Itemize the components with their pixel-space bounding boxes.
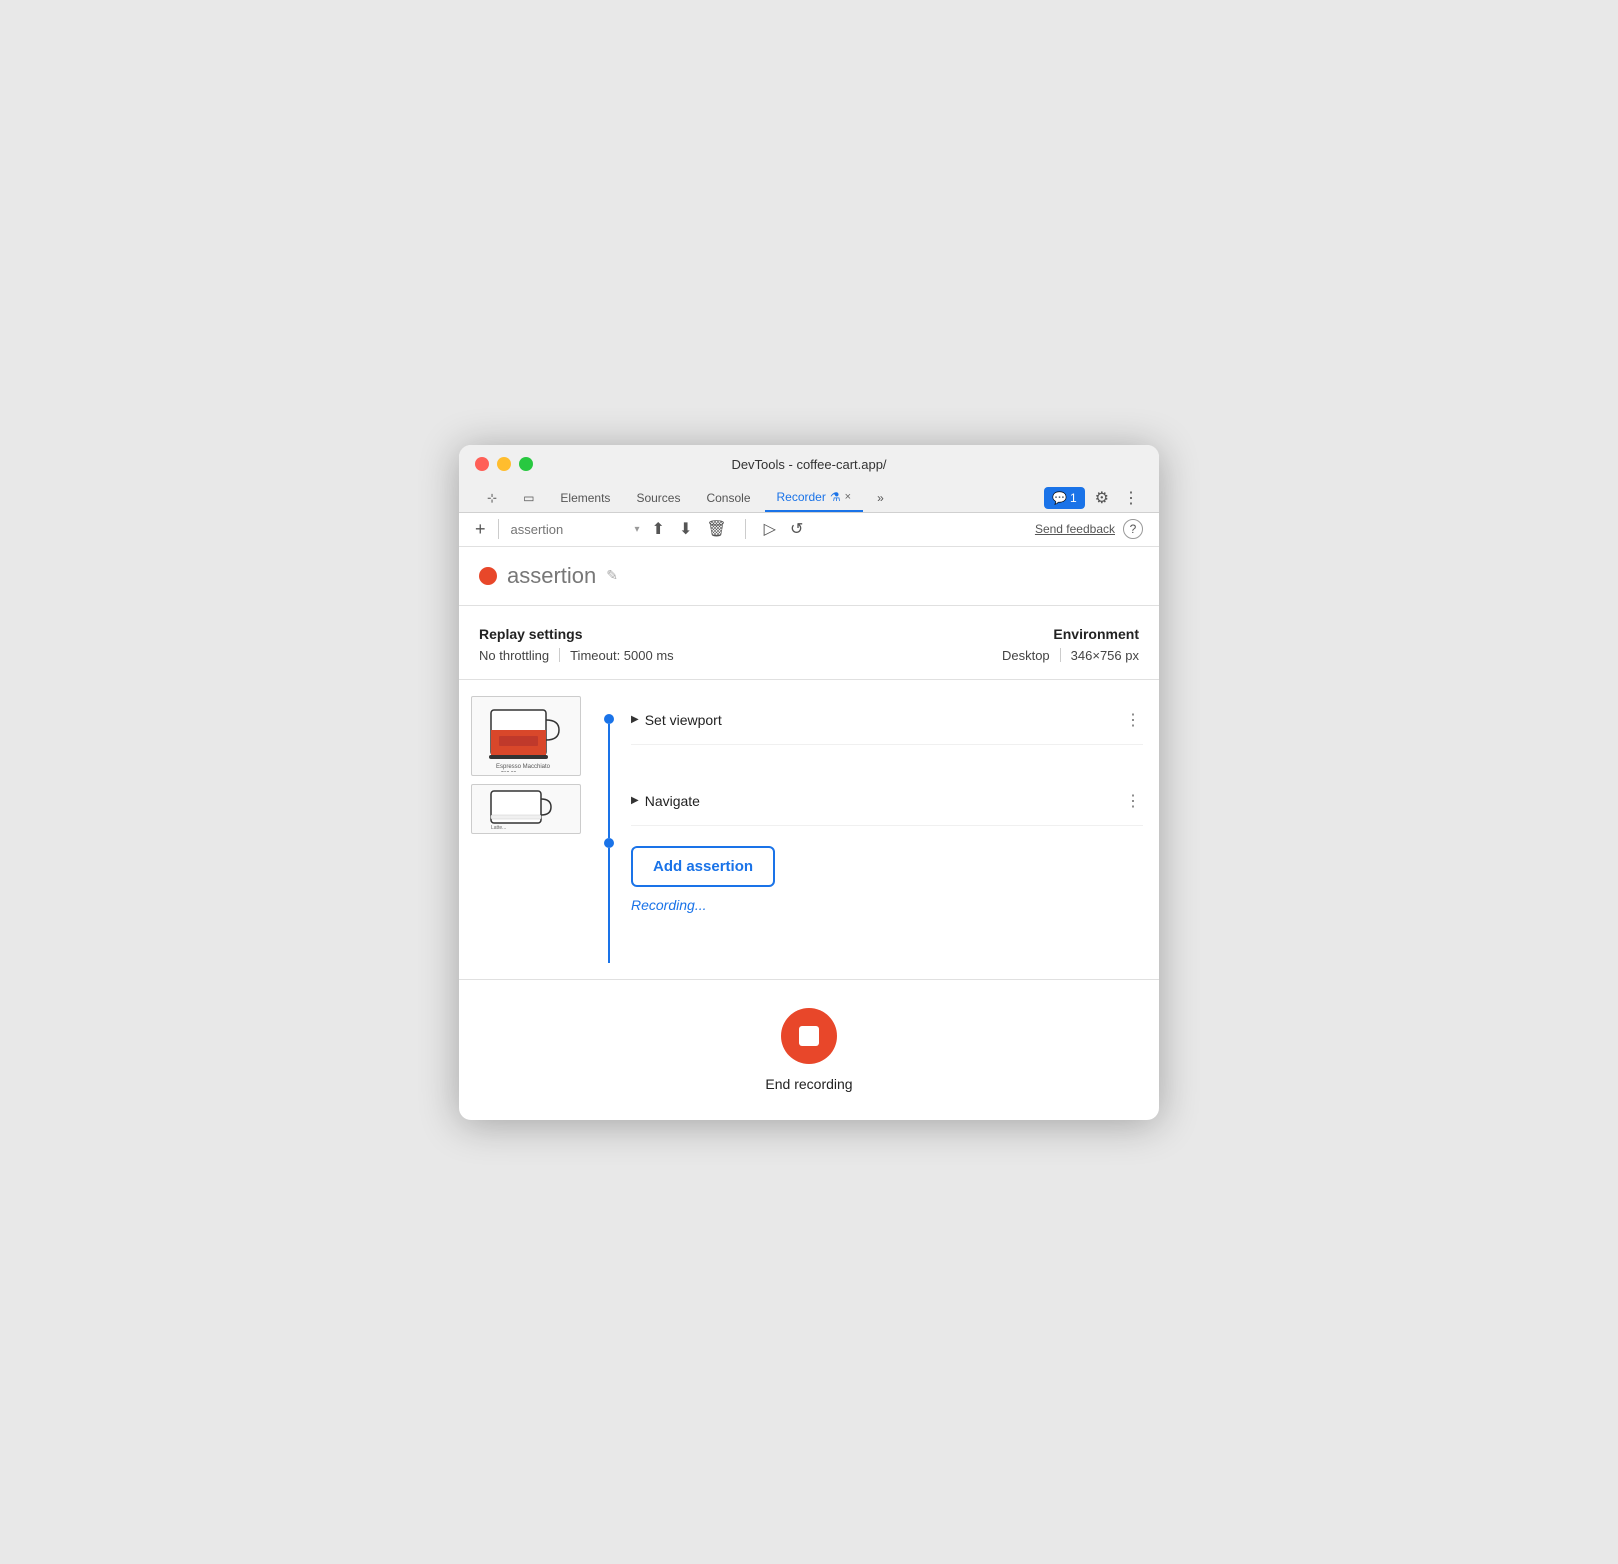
toolbar-divider-2 [745, 519, 746, 539]
step-expand-icon-1[interactable]: ▶ [631, 714, 639, 725]
steps-main: ▶ Set viewport ⋮ ▶ Navigate ⋮ Add assert… [599, 696, 1159, 963]
tab-sources-label: Sources [636, 491, 680, 505]
environment-title: Environment [829, 626, 1139, 642]
recording-name-input[interactable] [511, 522, 631, 537]
preview-thumbnail-2: Latte... [471, 784, 581, 834]
timeline-dot-1 [604, 714, 614, 724]
environment-values: Desktop 346×756 px [829, 648, 1139, 663]
throttling-value: No throttling [479, 648, 549, 663]
replay-settings-title: Replay settings [479, 626, 789, 642]
toolbar-divider-1 [498, 519, 499, 539]
tab-console-label: Console [706, 491, 750, 505]
tab-elements[interactable]: Elements [548, 485, 622, 511]
add-assertion-button[interactable]: Add assertion [631, 846, 775, 887]
close-button[interactable] [475, 457, 489, 471]
tab-recorder[interactable]: Recorder ⚗ × [765, 484, 864, 512]
svg-text:Latte...: Latte... [491, 825, 506, 831]
timeline-line-2 [608, 848, 610, 963]
tab-inspector-cursor[interactable]: ⊹ [475, 485, 509, 511]
svg-text:$12.00: $12.00 [501, 771, 517, 772]
recording-header: assertion ✎ [459, 547, 1159, 606]
chat-icon: 💬 [1052, 491, 1067, 505]
play-button[interactable]: ▷ [764, 519, 776, 539]
step-more-button-2[interactable]: ⋮ [1125, 791, 1143, 811]
help-button[interactable]: ? [1123, 519, 1143, 539]
timeline [599, 696, 619, 963]
more-options-button[interactable]: ⋮ [1119, 484, 1143, 512]
delete-button[interactable]: 🗑 [706, 519, 726, 539]
tab-device[interactable]: ▭ [511, 485, 546, 511]
toolbar-input-wrap: ▾ [511, 522, 640, 537]
export-button[interactable]: ⬆ [652, 519, 665, 539]
trash-icon: 🗑 [706, 521, 726, 538]
environment-block: Environment Desktop 346×756 px [829, 626, 1139, 663]
tab-console[interactable]: Console [694, 485, 762, 511]
toolbar: + ▾ ⬆ ⬇ 🗑 ▷ ↺ Send feedback ? [459, 513, 1159, 547]
step-item-2: ▶ Navigate ⋮ [631, 777, 1143, 826]
timeline-line-1 [608, 724, 610, 839]
tabs-row: ⊹ ▭ Elements Sources Console Recorder ⚗ … [475, 484, 1143, 512]
step-expand-icon-2[interactable]: ▶ [631, 795, 639, 806]
play-icon: ▷ [764, 521, 776, 538]
recording-status: Recording... [631, 897, 706, 913]
edit-title-icon[interactable]: ✎ [606, 567, 618, 584]
minimize-button[interactable] [497, 457, 511, 471]
window-controls [475, 457, 533, 471]
header-right: 💬 1 ⚙ ⋮ [1044, 484, 1143, 512]
send-feedback-button[interactable]: Send feedback [1035, 522, 1115, 536]
timeout-value: Timeout: 5000 ms [570, 648, 674, 663]
stop-icon [799, 1026, 819, 1046]
add-assertion-section: Add assertion Recording... [631, 826, 1143, 923]
titlebar-top: DevTools - coffee-cart.app/ [475, 457, 1143, 480]
tab-more[interactable]: » [865, 485, 896, 511]
tab-elements-label: Elements [560, 491, 610, 505]
replay-settings-values: No throttling Timeout: 5000 ms [479, 648, 789, 663]
replay-icon: ↺ [790, 521, 803, 538]
devtools-window: DevTools - coffee-cart.app/ ⊹ ▭ Elements… [459, 445, 1159, 1120]
preview-column: Espresso Macchiato $12.00 Latte... [459, 696, 599, 963]
step-item-1: ▶ Set viewport ⋮ [631, 696, 1143, 745]
resolution-value: 346×756 px [1071, 648, 1139, 663]
badge-count: 1 [1070, 491, 1077, 505]
settings-separator [559, 648, 560, 662]
end-recording-section: End recording [459, 980, 1159, 1120]
toolbar-icons: ⬆ ⬇ 🗑 ▷ ↺ [652, 519, 804, 539]
stop-recording-button[interactable] [781, 1008, 837, 1064]
tab-sources[interactable]: Sources [624, 485, 692, 511]
step-spacer [631, 745, 1143, 777]
device-icon: ▭ [523, 491, 534, 505]
tab-recorder-label: Recorder [777, 490, 826, 504]
chevron-down-icon: ▾ [635, 524, 640, 535]
end-recording-label: End recording [765, 1076, 852, 1092]
svg-text:Espresso Macchiato: Espresso Macchiato [496, 764, 551, 770]
replay-settings-block: Replay settings No throttling Timeout: 5… [479, 626, 789, 663]
timeline-dot-2 [604, 838, 614, 848]
more-tabs-icon: » [877, 491, 884, 505]
recording-indicator [479, 567, 497, 585]
maximize-button[interactable] [519, 457, 533, 471]
import-button[interactable]: ⬇ [679, 519, 692, 539]
cursor-icon: ⊹ [487, 491, 497, 505]
settings-section: Replay settings No throttling Timeout: 5… [459, 606, 1159, 680]
preview-thumbnail-1: Espresso Macchiato $12.00 [471, 696, 581, 776]
tab-close-icon[interactable]: × [845, 491, 851, 503]
steps-list: ▶ Set viewport ⋮ ▶ Navigate ⋮ Add assert… [619, 696, 1143, 963]
step-more-button-1[interactable]: ⋮ [1125, 710, 1143, 730]
env-separator [1060, 648, 1061, 662]
step-label-1: Set viewport [645, 712, 1125, 728]
settings-button[interactable]: ⚙ [1091, 484, 1113, 512]
device-value: Desktop [1002, 648, 1050, 663]
feedback-badge-button[interactable]: 💬 1 [1044, 487, 1085, 509]
recording-title: assertion [507, 563, 596, 589]
import-icon: ⬇ [679, 521, 692, 538]
add-recording-button[interactable]: + [475, 519, 486, 540]
replay-button[interactable]: ↺ [790, 519, 803, 539]
export-icon: ⬆ [652, 521, 665, 538]
titlebar: DevTools - coffee-cart.app/ ⊹ ▭ Elements… [459, 445, 1159, 513]
step-label-2: Navigate [645, 793, 1125, 809]
window-title: DevTools - coffee-cart.app/ [731, 457, 886, 472]
flask-icon: ⚗ [830, 490, 841, 504]
steps-area: Espresso Macchiato $12.00 Latte... [459, 680, 1159, 980]
